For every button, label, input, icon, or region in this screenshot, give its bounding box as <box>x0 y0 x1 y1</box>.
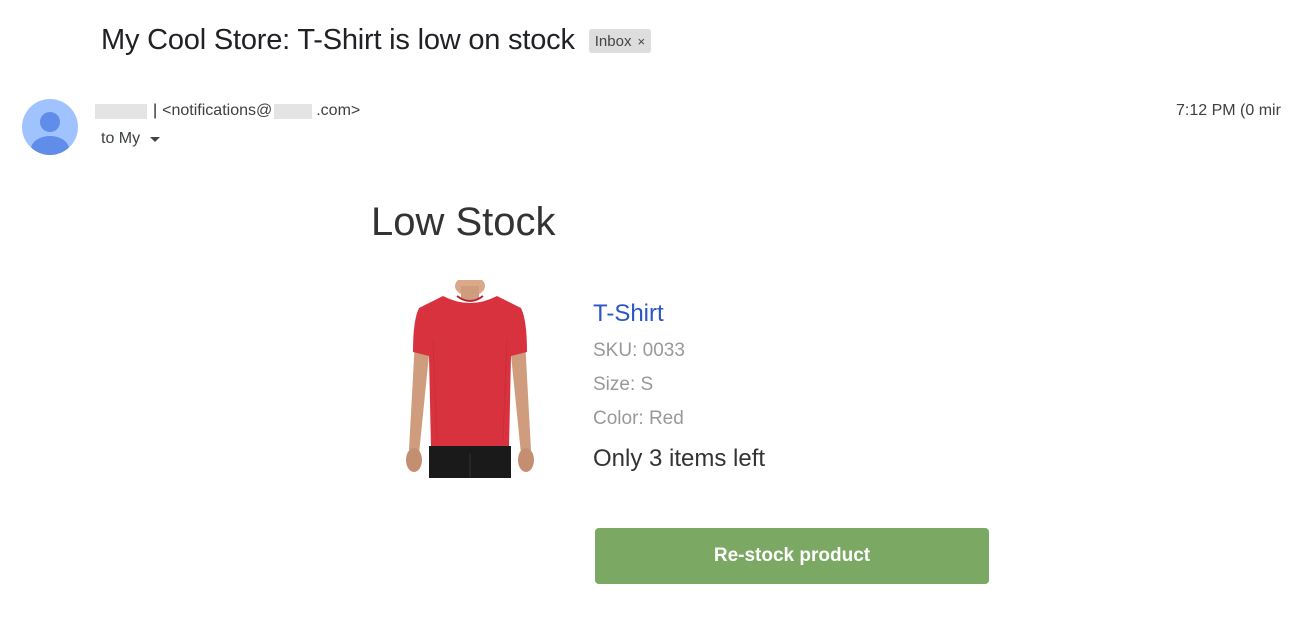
product-name-link[interactable]: T-Shirt <box>593 300 664 328</box>
email-subject: My Cool Store: T-Shirt is low on stock <box>101 24 575 56</box>
sender-avatar[interactable] <box>22 99 78 155</box>
product-color: Color: Red <box>593 408 684 429</box>
chevron-down-icon[interactable] <box>150 136 161 142</box>
inbox-label-chip[interactable]: Inbox × <box>588 29 652 53</box>
sender-email-prefix: <notifications@ <box>162 102 273 119</box>
sender-line: | <notifications@ .com> <box>95 102 360 120</box>
redacted-sender-name <box>95 103 147 119</box>
recipient-details-toggle[interactable]: to My <box>101 130 161 148</box>
product-image <box>403 276 537 480</box>
inbox-label-text: Inbox <box>594 32 632 50</box>
red-tshirt-photo-icon <box>406 276 534 478</box>
low-stock-heading: Low Stock <box>371 200 556 244</box>
subject-row: My Cool Store: T-Shirt is low on stock I… <box>101 22 652 58</box>
stock-remaining-note: Only 3 items left <box>593 445 766 472</box>
sender-email-suffix: .com> <box>316 102 361 119</box>
email-timestamp: 7:12 PM (0 mir <box>1176 102 1281 119</box>
redacted-domain <box>274 103 313 119</box>
product-size: Size: S <box>593 374 654 395</box>
sender-email[interactable]: <notifications@ .com> <box>162 102 360 120</box>
sender-separator: | <box>153 102 158 119</box>
recipient-text: to My <box>101 130 141 147</box>
product-sku: SKU: 0033 <box>593 340 685 361</box>
restock-product-button[interactable]: Re-stock product <box>595 528 989 584</box>
person-icon <box>31 112 69 155</box>
remove-label-icon[interactable]: × <box>637 34 645 49</box>
